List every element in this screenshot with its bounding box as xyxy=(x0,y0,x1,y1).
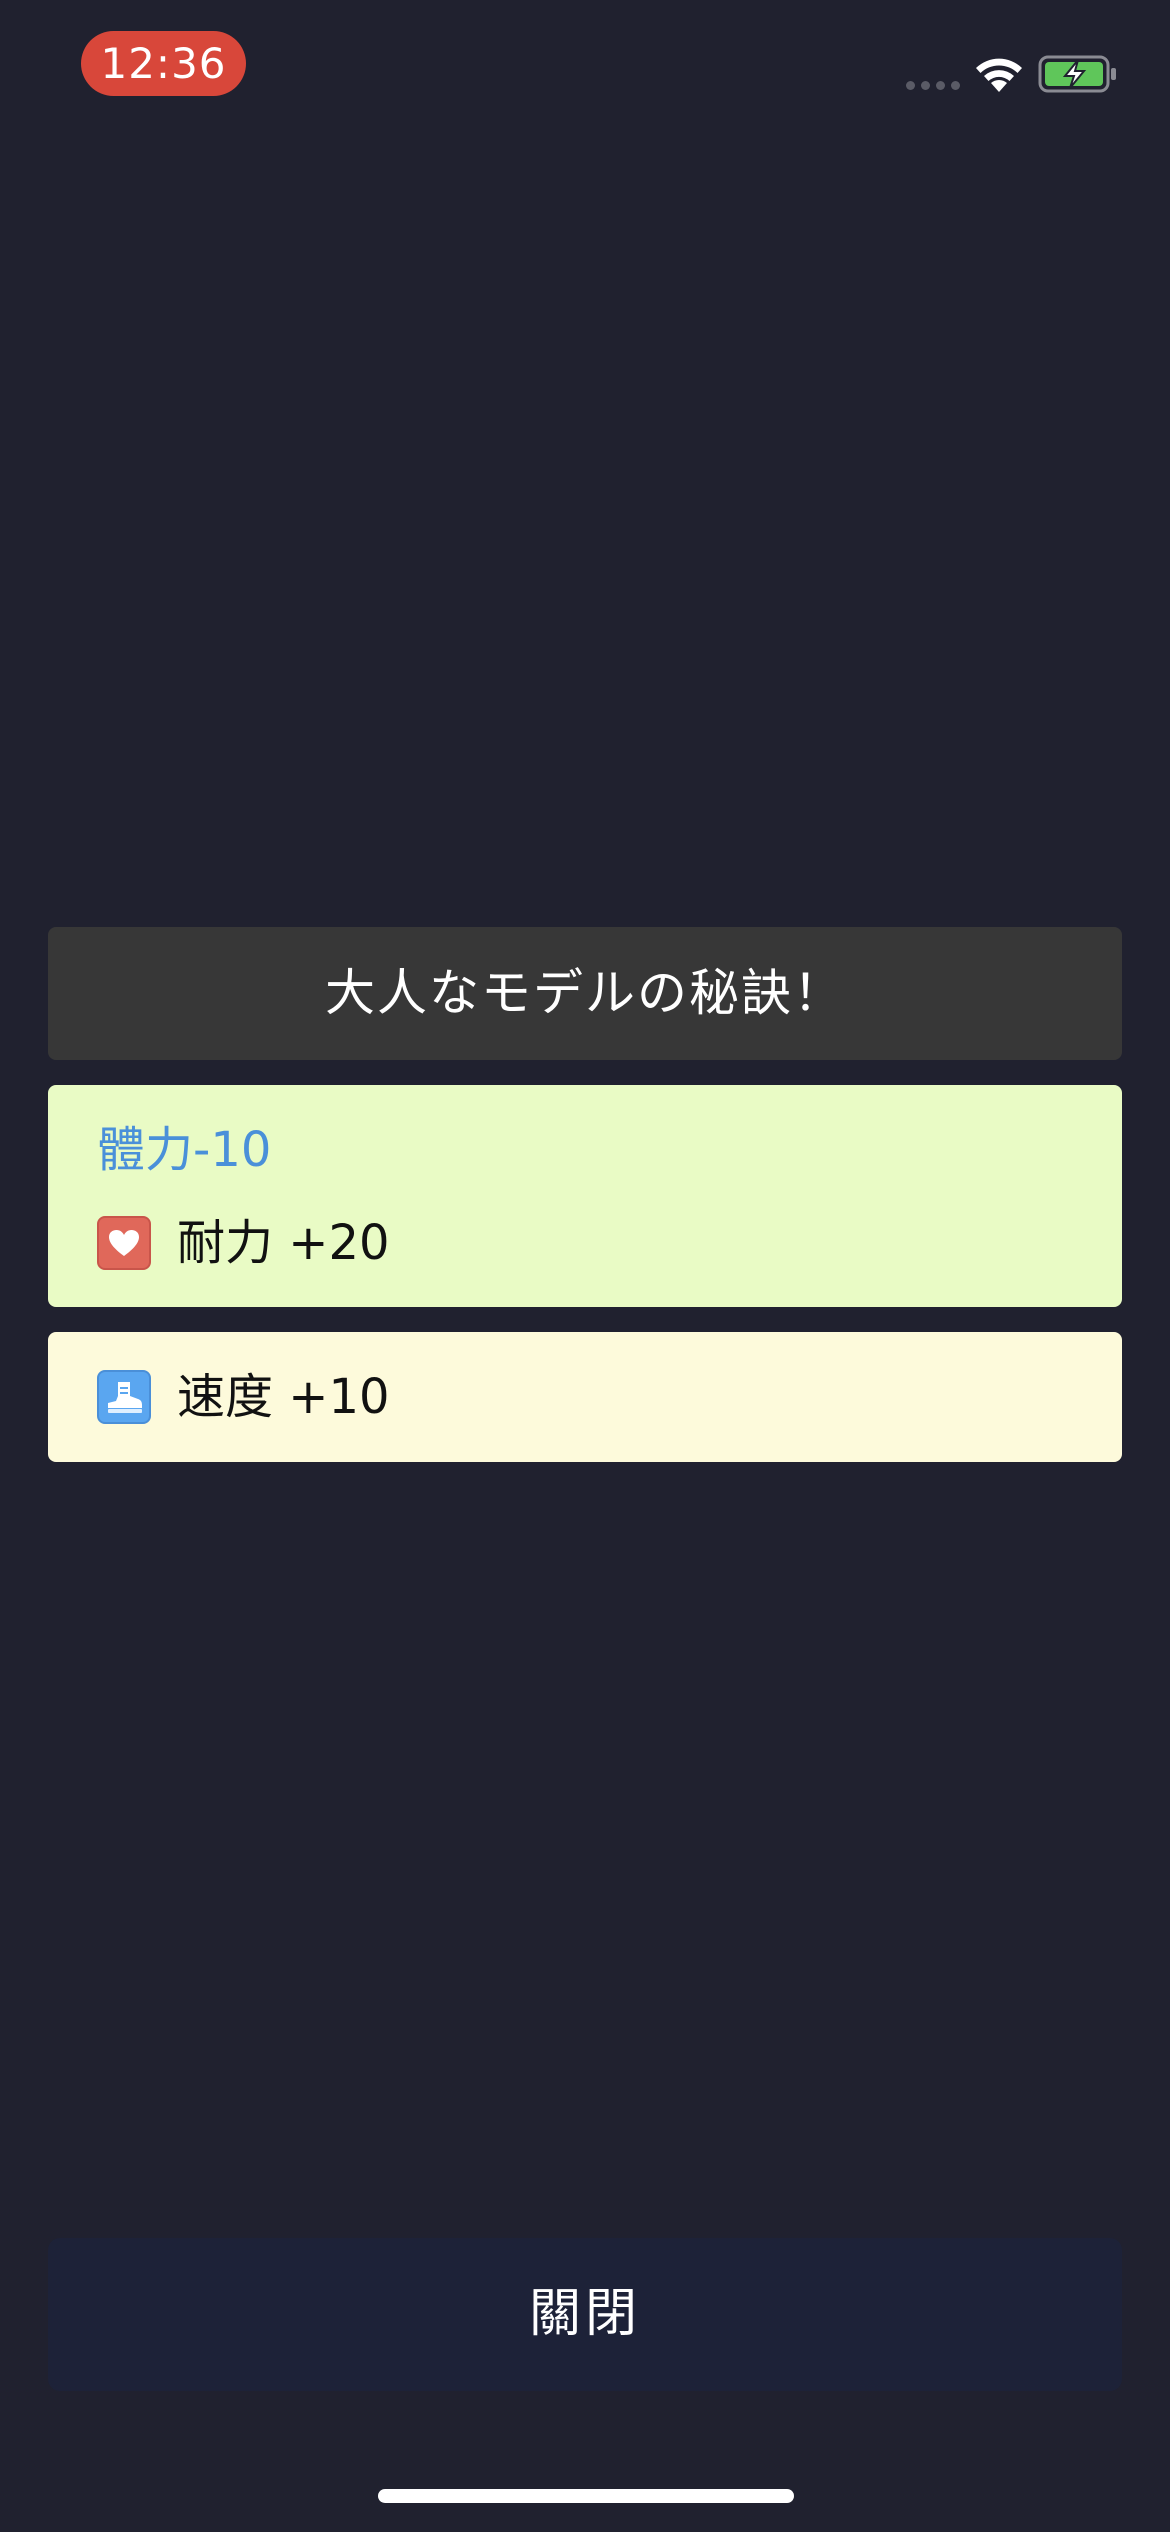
signal-dots-icon xyxy=(906,81,960,90)
battery-charging-icon xyxy=(1038,55,1116,93)
heart-icon xyxy=(97,1216,151,1270)
wifi-icon xyxy=(976,58,1022,92)
dialog-title: 大人なモデルの秘訣！ xyxy=(48,927,1122,1060)
stat-row-endurance: 耐力 +20 xyxy=(97,1214,390,1272)
result-card-stamina: 體力-10 耐力 +20 xyxy=(48,1085,1122,1307)
stat-row-speed: 速度 +10 xyxy=(97,1368,390,1426)
close-button[interactable]: 關閉 xyxy=(48,2238,1122,2391)
home-indicator[interactable] xyxy=(378,2489,794,2503)
boot-icon xyxy=(97,1370,151,1424)
result-card-speed: 速度 +10 xyxy=(48,1332,1122,1462)
stat-label: 耐力 +20 xyxy=(177,1215,390,1271)
penalty-text: 體力-10 xyxy=(97,1122,272,1178)
stat-label: 速度 +10 xyxy=(177,1369,390,1425)
status-time: 12:36 xyxy=(81,31,246,96)
